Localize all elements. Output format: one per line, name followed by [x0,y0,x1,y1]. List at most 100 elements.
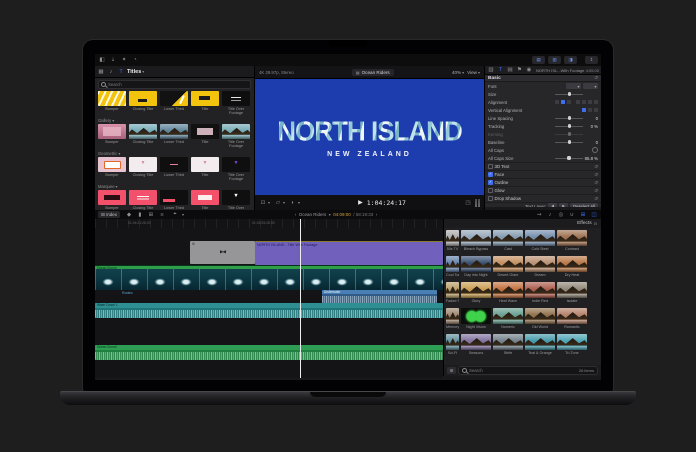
vertical-alignment-button[interactable] [588,108,592,112]
slider-knob[interactable] [567,124,572,128]
basic-section-header[interactable]: Basic ↺ [485,75,601,82]
parameter-slider[interactable] [555,124,583,128]
video-clip-track[interactable] [95,269,443,290]
3d-text-checkbox[interactable] [488,164,493,169]
title-thumbnail[interactable] [222,91,250,106]
title-thumbnail[interactable] [191,124,219,139]
category-header-geometric[interactable]: Geometric ▾ [95,150,254,156]
reset-icon[interactable]: ↺ [594,75,598,81]
placeholder-clip[interactable]: ⊞ ▶◀ [190,241,255,264]
effect-thumbnail[interactable] [557,282,587,298]
effect-thumbnail[interactable] [446,230,459,246]
titles-generators-icon[interactable]: T [117,68,125,76]
parameter-slider[interactable] [554,156,583,160]
parameter-slider[interactable] [555,92,583,96]
marker-icon[interactable]: ◆ [125,211,133,219]
vertical-alignment-button[interactable] [594,108,598,112]
title-thumbnail[interactable] [129,124,157,139]
all-caps-checkbox[interactable] [592,147,598,153]
alignment-button[interactable] [588,100,592,104]
parameter-control[interactable]: 0 [534,140,598,145]
effect-thumbnail[interactable] [557,256,587,272]
title-inspector-tab-icon[interactable]: ▤ [506,66,514,74]
effect-thumbnail[interactable] [461,230,491,246]
next-layer-button[interactable]: ▶ [559,203,569,207]
vertical-alignment-button[interactable] [582,108,586,112]
play-button[interactable]: ▶ [358,199,363,206]
index-button[interactable]: ⊟ Index [98,211,120,218]
video-inspector-tab-icon[interactable]: ▥ [487,66,495,74]
effect-thumbnail[interactable] [493,308,523,324]
parameter-control[interactable]: 0 % [534,124,598,129]
transform-tool-icon[interactable]: ⊡ ▾ [259,199,270,207]
drop-shadow-checkbox[interactable] [488,196,493,201]
alignment-button[interactable] [594,100,598,104]
timeline-panel-toggle[interactable]: ▥ [548,56,561,64]
transitions-browser-icon[interactable]: ◫ [590,211,598,219]
timeline-project-name[interactable]: Ocean Riders [299,212,327,217]
text-inspector-tab-icon[interactable]: T [497,66,505,74]
title-thumbnail[interactable] [98,190,126,205]
title-thumbnail[interactable] [191,157,219,172]
font-style-dropdown[interactable]: ▾ [583,83,598,89]
effect-thumbnail[interactable] [461,256,491,272]
info-inspector-tab-icon[interactable]: ◉ [525,66,533,74]
title-thumbnail[interactable] [160,124,188,139]
blade-icon[interactable]: ▮ [136,211,144,219]
reset-icon[interactable]: ↺ [594,180,598,186]
background-tasks-icon[interactable]: ◔ [131,56,139,64]
title-thumbnail[interactable] [160,157,188,172]
parameter-control[interactable] [534,132,598,136]
parameter-control[interactable] [534,108,598,112]
titles-tab[interactable]: Titles ▾ [127,69,144,75]
alignment-button[interactable] [561,100,565,104]
effect-thumbnail[interactable] [446,308,459,324]
audio-skimming-icon[interactable]: ♪ [546,211,554,219]
alignment-button[interactable] [555,100,559,104]
distort-tool-icon[interactable]: ◐ ▾ [289,199,300,207]
title-thumbnail[interactable] [98,124,126,139]
title-thumbnail[interactable] [129,190,157,205]
reset-icon[interactable]: ↺ [594,196,598,202]
viewer-view-menu[interactable]: View ▾ [467,70,480,75]
parameter-slider[interactable] [555,140,583,144]
effect-thumbnail[interactable] [461,282,491,298]
title-thumbnail[interactable] [160,91,188,106]
share-button[interactable]: ↥ [585,56,598,64]
font-family-dropdown[interactable]: ▾ [566,83,581,89]
effect-thumbnail[interactable] [461,308,491,324]
effect-thumbnail[interactable] [493,256,523,272]
clip-appearance-icon[interactable]: ≡ [158,211,166,219]
category-header-gallery[interactable]: Gallery ▾ [95,117,254,123]
reset-icon[interactable]: ↺ [594,172,598,178]
keyword-editor-icon[interactable]: ✦ [120,56,128,64]
parameter-control[interactable]: 0 [534,116,598,121]
slider-knob[interactable] [567,140,572,144]
effect-thumbnail[interactable] [557,334,587,350]
nav-forward-button[interactable]: › [376,212,378,217]
reset-icon[interactable]: ↺ [594,164,598,170]
alignment-button[interactable] [567,100,571,104]
slider-knob[interactable] [567,92,572,96]
alignment-button[interactable] [576,100,580,104]
effect-thumbnail[interactable] [493,230,523,246]
snapping-icon[interactable]: ∪ [568,211,576,219]
parameter-control[interactable] [534,92,598,96]
underwater-audio-clip[interactable]: Underwater [322,290,437,303]
skimming-icon[interactable]: ⇝ [535,211,543,219]
playhead[interactable] [300,219,301,378]
sidebar-toggle-icon[interactable]: ◧ [98,56,106,64]
effect-thumbnail[interactable] [493,282,523,298]
title-thumbnail[interactable] [222,157,250,172]
title-thumbnail[interactable] [129,91,157,106]
face-checkbox[interactable] [488,172,493,177]
inspector-panel-toggle[interactable]: ◨ [564,56,577,64]
slider-knob[interactable] [567,116,572,120]
parameter-slider[interactable] [555,116,583,120]
title-thumbnail[interactable] [222,124,250,139]
effect-thumbnail[interactable] [557,308,587,324]
browser-panel-toggle[interactable]: ▤ [532,56,545,64]
slider-knob[interactable] [567,156,571,160]
parameter-control[interactable]: 85.8 % [534,156,598,161]
effect-thumbnail[interactable] [461,334,491,350]
